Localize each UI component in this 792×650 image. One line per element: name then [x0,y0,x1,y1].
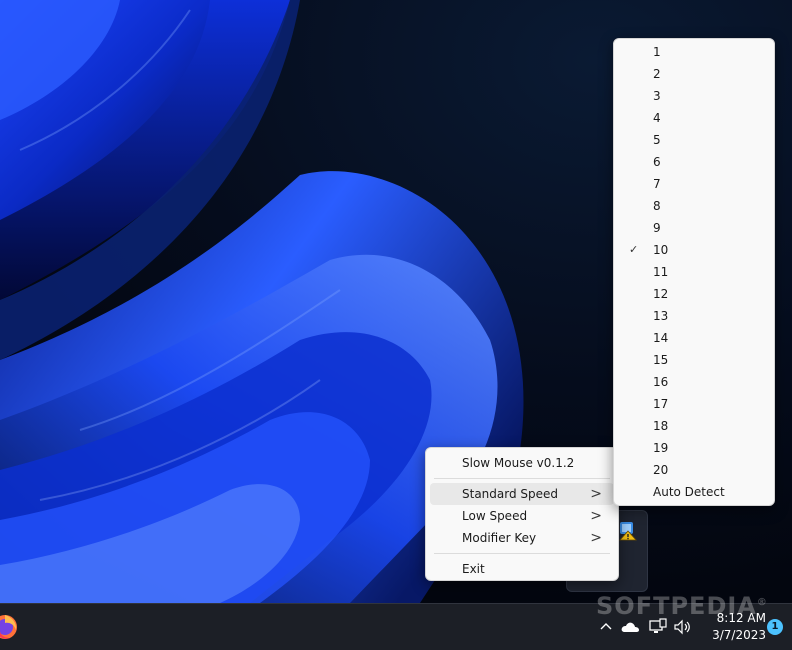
standard-speed-label: Standard Speed [462,487,559,501]
clock-date: 3/7/2023 [712,628,766,642]
speed-option-label: 11 [653,265,669,279]
speed-option-13[interactable]: 13 [617,305,771,327]
app-title-label: Slow Mouse v0.1.2 [462,456,575,470]
speed-option-auto-detect[interactable]: Auto Detect [617,481,771,503]
menu-item-app-title: Slow Mouse v0.1.2 [430,452,614,474]
speed-option-15[interactable]: 15 [617,349,771,371]
slow-mouse-tray-icon[interactable] [619,521,637,541]
speed-option-label: 12 [653,287,669,301]
speed-option-19[interactable]: 19 [617,437,771,459]
menu-item-standard-speed[interactable]: Standard Speed > [430,483,614,505]
speed-option-label: 8 [653,199,661,213]
clock-time: 8:12 AM [716,611,766,625]
speed-option-9[interactable]: 9 [617,217,771,239]
firefox-icon[interactable] [0,614,18,640]
speed-option-label: 19 [653,441,669,455]
speed-option-18[interactable]: 18 [617,415,771,437]
speed-option-label: 18 [653,419,669,433]
menu-separator [434,553,610,554]
tray-context-menu: Slow Mouse v0.1.2 Standard Speed > Low S… [425,447,619,581]
speed-option-10[interactable]: ✓ 10 [617,239,771,261]
speed-option-11[interactable]: 11 [617,261,771,283]
speed-option-16[interactable]: 16 [617,371,771,393]
speed-option-3[interactable]: 3 [617,85,771,107]
chevron-right-icon: > [590,486,602,502]
speed-option-label: 5 [653,133,661,147]
menu-item-low-speed[interactable]: Low Speed > [430,505,614,527]
speed-option-label: 16 [653,375,669,389]
speed-option-label: 10 [653,243,669,257]
checkmark-icon: ✓ [629,243,639,256]
modifier-key-label: Modifier Key [462,531,537,545]
speed-option-label: 7 [653,177,661,191]
low-speed-label: Low Speed [462,509,528,523]
notification-badge[interactable]: 1 [767,619,783,635]
speed-option-12[interactable]: 12 [617,283,771,305]
menu-item-exit[interactable]: Exit [430,558,614,580]
desktop: Slow Mouse v0.1.2 Standard Speed > Low S… [0,0,792,650]
chevron-right-icon: > [590,508,602,524]
speed-option-2[interactable]: 2 [617,63,771,85]
speed-option-20[interactable]: 20 [617,459,771,481]
speed-option-1[interactable]: 1 [617,41,771,63]
standard-speed-submenu: 1 2 3 4 5 6 7 8 9 ✓ 10 11 12 13 14 15 16 17 18 19 20 Auto Det… [613,38,775,506]
taskbar-clock[interactable]: 8:12 AM 3/7/2023 [700,610,766,644]
speed-option-label: 3 [653,89,661,103]
volume-icon[interactable] [673,618,691,636]
speed-option-label: 1 [653,45,661,59]
speed-option-label: 6 [653,155,661,169]
speed-option-label: Auto Detect [653,485,725,499]
network-icon[interactable] [648,618,667,636]
onedrive-cloud-icon[interactable] [620,618,639,636]
speed-option-label: 9 [653,221,661,235]
speed-option-label: 15 [653,353,669,367]
speed-option-label: 17 [653,397,669,411]
speed-option-8[interactable]: 8 [617,195,771,217]
speed-option-label: 14 [653,331,669,345]
speed-option-6[interactable]: 6 [617,151,771,173]
speed-option-14[interactable]: 14 [617,327,771,349]
menu-item-modifier-key[interactable]: Modifier Key > [430,527,614,549]
speed-option-label: 20 [653,463,669,477]
speed-option-17[interactable]: 17 [617,393,771,415]
taskbar: 8:12 AM 3/7/2023 1 [0,603,792,650]
speed-option-label: 13 [653,309,669,323]
speed-option-5[interactable]: 5 [617,129,771,151]
menu-separator [434,478,610,479]
speed-option-label: 4 [653,111,661,125]
speed-option-4[interactable]: 4 [617,107,771,129]
speed-option-label: 2 [653,67,661,81]
speed-option-7[interactable]: 7 [617,173,771,195]
exit-label: Exit [462,562,485,576]
chevron-right-icon: > [590,530,602,546]
chevron-up-icon[interactable] [597,618,615,636]
